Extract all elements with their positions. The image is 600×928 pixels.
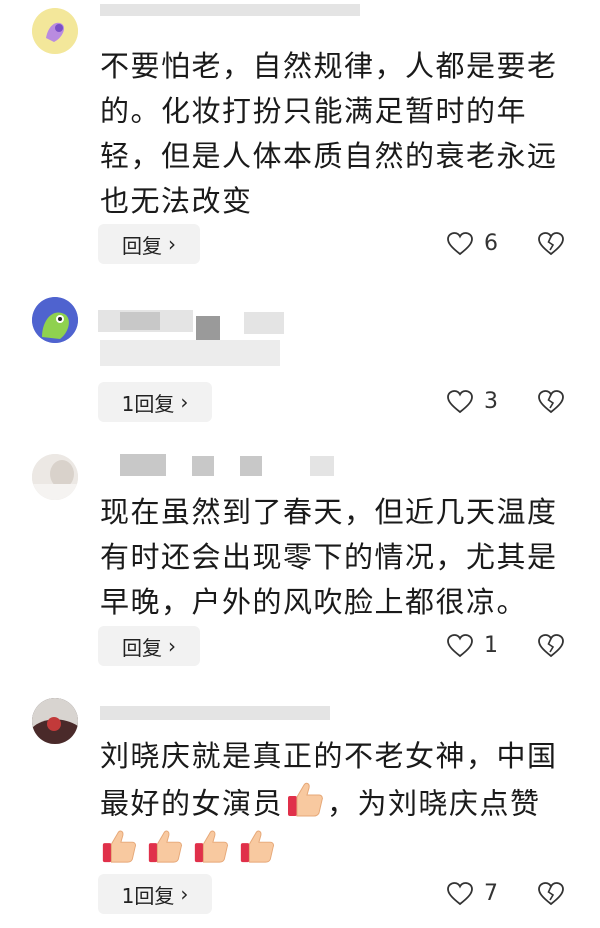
reply-label: 回复 bbox=[122, 233, 162, 258]
heart-icon[interactable] bbox=[447, 882, 473, 906]
broken-heart-icon[interactable] bbox=[538, 634, 564, 658]
username-blur bbox=[120, 312, 160, 330]
cartoon-avatar-icon[interactable] bbox=[32, 297, 78, 343]
username-blur bbox=[120, 454, 166, 476]
username-blur bbox=[310, 456, 334, 476]
broken-heart-icon[interactable] bbox=[538, 232, 564, 256]
like-count: 6 bbox=[484, 231, 498, 256]
reply-label: 1回复 bbox=[121, 391, 175, 416]
heart-icon[interactable] bbox=[447, 634, 473, 658]
chevron-right-icon: › bbox=[180, 390, 189, 414]
comment-text-tail: ，为刘晓庆点赞 bbox=[327, 786, 541, 821]
sticker-avatar-icon[interactable] bbox=[32, 8, 78, 54]
username-blur bbox=[100, 4, 360, 16]
heart-icon[interactable] bbox=[447, 232, 473, 256]
comment-text: 刘晓庆就是真正的不老女神，中国最好的女演员 ，为刘晓庆点赞 bbox=[100, 734, 570, 832]
thumbs-up-emoji bbox=[148, 830, 182, 863]
reply-label: 回复 bbox=[122, 635, 162, 660]
comment-text: 现在虽然到了春天，但近几天温度有时还会出现零下的情况，尤其是早晚，户外的风吹脸上… bbox=[100, 495, 558, 619]
photo-avatar-icon[interactable] bbox=[32, 454, 78, 500]
username-blur bbox=[192, 456, 214, 476]
chevron-right-icon: › bbox=[180, 882, 189, 906]
heart-icon[interactable] bbox=[447, 390, 473, 414]
broken-heart-icon[interactable] bbox=[538, 882, 564, 906]
reply-button[interactable]: 回复 › bbox=[98, 626, 200, 666]
username-blur bbox=[244, 312, 284, 334]
reply-label: 1回复 bbox=[121, 883, 175, 908]
emoji-row bbox=[100, 826, 276, 866]
dark-avatar-icon[interactable] bbox=[32, 698, 78, 744]
username-blur bbox=[240, 456, 262, 476]
username-blur bbox=[100, 706, 330, 720]
like-count: 1 bbox=[484, 633, 498, 658]
broken-heart-icon[interactable] bbox=[538, 390, 564, 414]
comment-text-blur bbox=[100, 340, 280, 366]
chevron-right-icon: › bbox=[168, 634, 176, 658]
comment-text: 不要怕老，自然规律，人都是要老的。化妆打扮只能满足暂时的年轻，但是人体本质自然的… bbox=[100, 49, 558, 218]
thumbs-up-emoji bbox=[102, 830, 136, 863]
thumbs-up-emoji bbox=[194, 830, 228, 863]
reply-button[interactable]: 回复 › bbox=[98, 224, 200, 264]
reply-button[interactable]: 1回复 › bbox=[98, 874, 212, 914]
like-count: 7 bbox=[484, 881, 498, 906]
reply-button[interactable]: 1回复 › bbox=[98, 382, 212, 422]
chevron-right-icon: › bbox=[168, 232, 176, 256]
like-count: 3 bbox=[484, 389, 498, 414]
thumbs-up-emoji bbox=[285, 779, 325, 832]
username-blur bbox=[196, 316, 220, 340]
thumbs-up-emoji bbox=[240, 830, 274, 863]
